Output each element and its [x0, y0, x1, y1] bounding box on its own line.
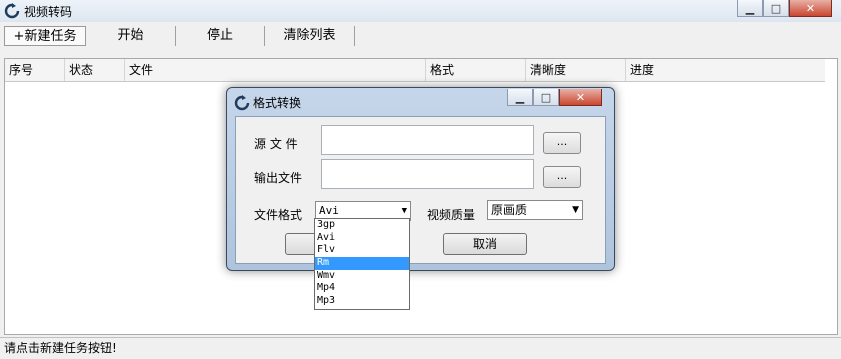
task-list-header: 序号 状态 文件 格式 清晰度 进度	[5, 59, 825, 82]
format-option[interactable]: Avi	[315, 232, 409, 245]
file-format-label: 文件格式	[254, 208, 303, 222]
format-option[interactable]: Mp3	[315, 295, 409, 308]
source-file-field[interactable]	[321, 125, 534, 155]
format-option[interactable]: Mp4	[315, 282, 409, 295]
output-file-field[interactable]	[321, 159, 534, 189]
status-bar: 请点击新建任务按钮!	[0, 337, 841, 359]
toolbar: +新建任务 开始 停止 清除列表	[0, 24, 841, 48]
title-bar: 视频转码 ▁ □ ✕	[0, 0, 841, 22]
dialog-title: 格式转换	[253, 96, 302, 110]
format-convert-dialog: 格式转换 ▁ □ ✕ 源 文 件 ... 输出文件 ... 文件格式 Avi ▼…	[226, 87, 615, 271]
clear-list-button[interactable]: 清除列表	[265, 26, 355, 46]
minimize-button[interactable]: ▁	[737, 0, 763, 17]
refresh-icon	[234, 95, 250, 111]
chevron-down-icon: ▼	[572, 205, 579, 215]
refresh-icon	[4, 3, 20, 19]
output-file-label: 输出文件	[254, 171, 303, 185]
column-format[interactable]: 格式	[426, 59, 526, 81]
column-file[interactable]: 文件	[125, 59, 426, 81]
window-title: 视频转码	[24, 5, 73, 19]
dialog-minimize-button[interactable]: ▁	[507, 89, 533, 106]
file-format-dropdown-list[interactable]: 3gp Avi Flv Rm Wmv Mp4 Mp3	[314, 218, 410, 310]
column-progress[interactable]: 进度	[626, 59, 825, 81]
stop-button[interactable]: 停止	[176, 26, 265, 46]
dialog-body: 源 文 件 ... 输出文件 ... 文件格式 Avi ▼ 视频质量 原画质 ▼…	[235, 116, 606, 264]
close-button[interactable]: ✕	[789, 0, 832, 17]
dialog-close-button[interactable]: ✕	[559, 89, 602, 106]
video-quality-select[interactable]: 原画质 ▼	[487, 200, 583, 220]
output-browse-button[interactable]: ...	[543, 166, 581, 188]
format-option[interactable]: Flv	[315, 244, 409, 257]
column-index[interactable]: 序号	[5, 59, 65, 81]
format-option[interactable]: Rm	[315, 257, 409, 270]
file-format-value: Avi	[319, 204, 339, 217]
format-option[interactable]: 3gp	[315, 219, 409, 232]
video-quality-value: 原画质	[491, 203, 528, 217]
column-quality[interactable]: 清晰度	[526, 59, 626, 81]
source-file-label: 源 文 件	[254, 137, 298, 151]
format-option[interactable]: Wmv	[315, 270, 409, 283]
maximize-button[interactable]: □	[763, 0, 789, 17]
new-task-button[interactable]: +新建任务	[4, 26, 86, 46]
column-status[interactable]: 状态	[65, 59, 125, 81]
dialog-maximize-button[interactable]: □	[533, 89, 559, 106]
source-browse-button[interactable]: ...	[543, 132, 581, 154]
cancel-button[interactable]: 取消	[443, 233, 527, 255]
video-quality-label: 视频质量	[427, 208, 476, 222]
start-button[interactable]: 开始	[86, 26, 176, 46]
